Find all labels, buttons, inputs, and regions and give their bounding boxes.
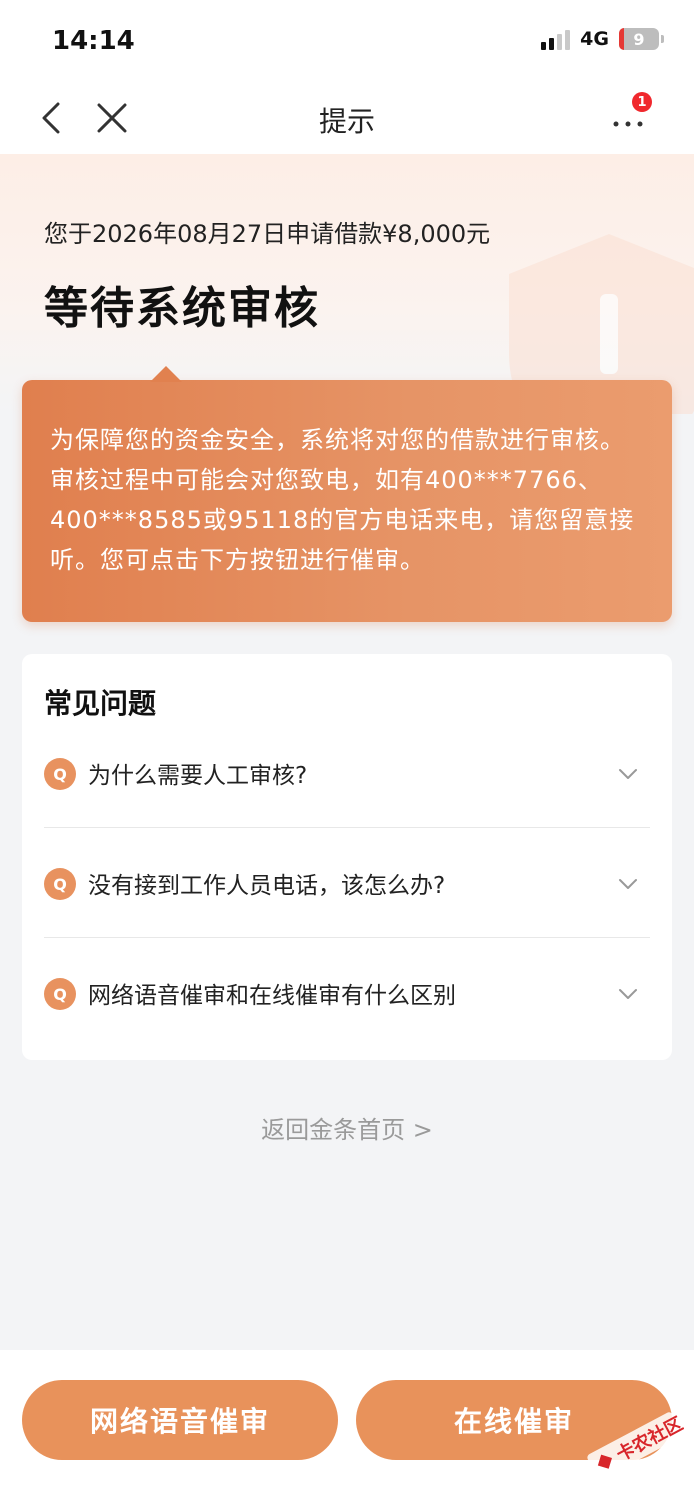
faq-item[interactable]: Q 没有接到工作人员电话，该怎么办? [44, 828, 650, 938]
voice-urge-button[interactable]: 网络语音催审 [22, 1380, 338, 1460]
status-bar: 14:14 4G 9 [0, 0, 694, 82]
chevron-down-icon [619, 879, 637, 889]
faq-question: 没有接到工作人员电话，该怎么办? [88, 873, 446, 899]
faq-item[interactable]: Q 为什么需要人工审核? [44, 718, 650, 828]
notice-card: 为保障您的资金安全，系统将对您的借款进行审核。审核过程中可能会对您致电，如有40… [22, 366, 672, 622]
hero-section: 您于2026年08月27日申请借款¥8,000元 等待系统审核 [0, 154, 694, 414]
question-icon: Q [44, 758, 76, 790]
battery-tip [661, 35, 664, 43]
faq-question: 网络语音催审和在线催审有什么区别 [88, 983, 456, 1009]
chevron-down-icon [619, 769, 637, 779]
page-title: 提示 [318, 105, 375, 138]
network-type: 4G [580, 28, 609, 50]
battery-level: 9 [633, 29, 645, 49]
notice-pointer [150, 366, 182, 382]
faq-item[interactable]: Q 网络语音催审和在线催审有什么区别 [44, 938, 650, 1048]
notice-text: 为保障您的资金安全，系统将对您的借款进行审核。审核过程中可能会对您致电，如有40… [50, 426, 635, 574]
question-icon: Q [44, 978, 76, 1010]
faq-question: 为什么需要人工审核? [88, 763, 308, 789]
status-indicators: 4G 9 [541, 28, 664, 50]
watermark-logo: 卡农社区 [587, 1412, 684, 1480]
application-info: 您于2026年08月27日申请借款¥8,000元 [44, 220, 491, 248]
notification-badge: 1 [632, 92, 652, 112]
faq-title: 常见问题 [44, 687, 157, 720]
chevron-down-icon [619, 989, 637, 999]
faq-card: 常见问题 Q 为什么需要人工审核? Q 没有接到工作人员电话，该怎么办? Q 网… [22, 654, 672, 1060]
battery-icon: 9 [619, 28, 659, 50]
return-home-link[interactable]: 返回金条首页 > [0, 1110, 694, 1145]
signal-icon [541, 28, 571, 50]
nav-bar: 提示 1 [0, 82, 694, 154]
status-title: 等待系统审核 [44, 283, 320, 334]
status-time: 14:14 [52, 26, 135, 56]
page: 14:14 4G 9 提示 1 您于2026年08月27日申请借款¥8,000元… [0, 0, 694, 1500]
question-icon: Q [44, 868, 76, 900]
